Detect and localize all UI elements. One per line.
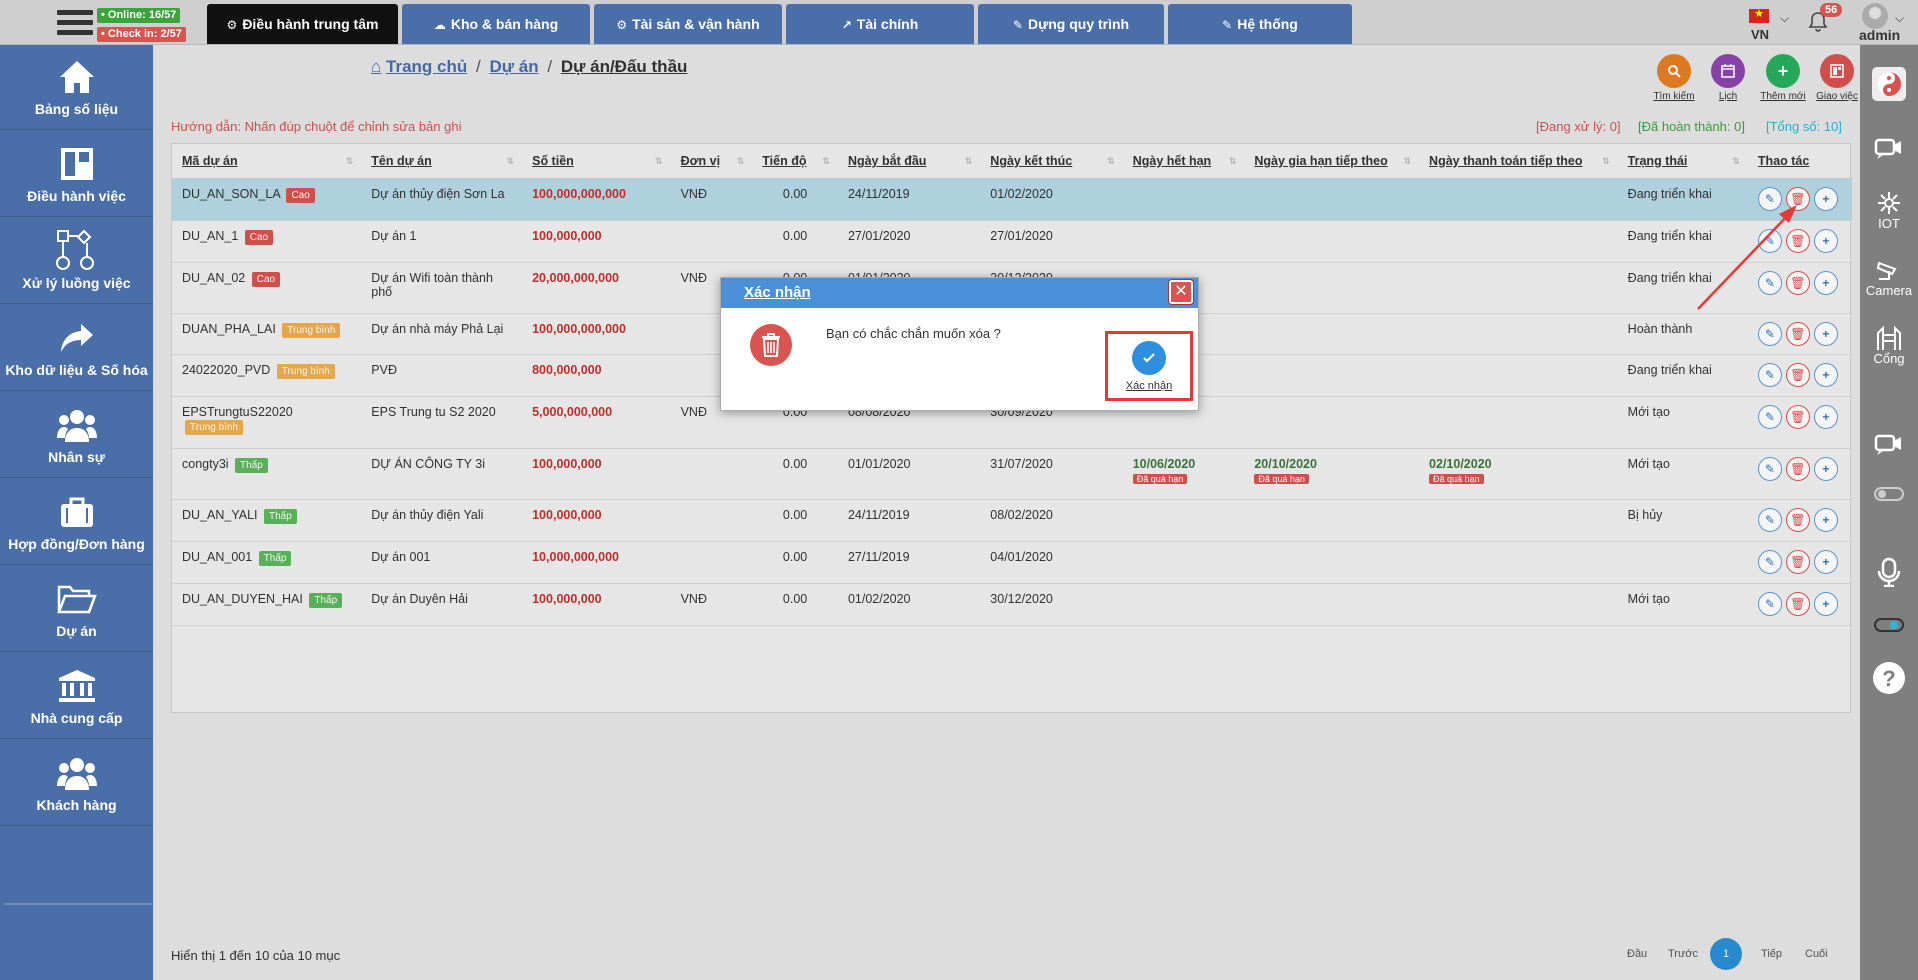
bank-icon [0, 666, 153, 706]
sidebar-item-kho-du-lieu[interactable]: Kho dữ liệu & Số hóa [0, 306, 153, 391]
help-icon[interactable]: ? [1860, 661, 1918, 695]
dialog-title: Xác nhận [744, 284, 811, 301]
edit-icon: ✎ [1012, 18, 1023, 32]
checkmark-icon [1143, 353, 1155, 363]
tab-dieu-hanh-trung-tam[interactable]: ⚙ Điều hành trung tâm [207, 4, 398, 44]
users-icon [0, 405, 153, 445]
sidebar-item-khach-hang[interactable]: Khách hàng [0, 741, 153, 826]
tab-kho-ban-hang[interactable]: ☁ Kho & bán hàng [402, 4, 590, 44]
yin-yang-logo[interactable] [1860, 67, 1918, 101]
folder-icon [0, 579, 153, 619]
toggle-switch-on[interactable] [1874, 618, 1904, 632]
sidebar-item-bang-so-lieu[interactable]: Bảng số liệu [0, 45, 153, 130]
chevron-down-icon[interactable]: ⌵ [1780, 11, 1789, 26]
vietnam-flag-icon[interactable] [1749, 7, 1769, 23]
close-icon: ✕ [1174, 283, 1188, 300]
home-icon [0, 57, 153, 97]
tab-he-thong[interactable]: ✎ Hệ thống [1168, 4, 1352, 44]
tab-tai-chinh[interactable]: ↗ Tài chính [786, 4, 974, 44]
confirm-highlight-box: Xác nhận [1105, 331, 1193, 401]
svg-text:?: ? [1882, 666, 1895, 691]
sidebar-item-nha-cung-cap[interactable]: Nhà cung cấp [0, 654, 153, 739]
tab-tai-san-van-hanh[interactable]: ⚙ Tài sản & vận hành [594, 4, 782, 44]
video-chat-icon[interactable] [1860, 433, 1918, 457]
customers-icon [0, 753, 153, 793]
iot-button[interactable]: IOT [1860, 190, 1918, 231]
cloud-icon: ☁ [433, 18, 446, 32]
sidebar-item-hop-dong[interactable]: Hợp đồng/Đơn hàng [0, 480, 153, 565]
confirm-button[interactable] [1132, 341, 1166, 375]
chart-icon: ↗ [841, 18, 852, 32]
dashboard-icon [0, 144, 153, 184]
cogs-icon: ⚙ [616, 18, 628, 32]
camera-button[interactable]: Camera [1860, 257, 1918, 298]
username-label: admin [1859, 27, 1901, 43]
gate-icon [1860, 325, 1918, 351]
close-button[interactable]: ✕ [1169, 280, 1193, 304]
sidebar-divider [4, 903, 152, 905]
toggle-switch-off[interactable] [1874, 487, 1904, 501]
workflow-icon [0, 229, 153, 271]
dialog-message: Bạn có chắc chắn muốn xóa ? [826, 326, 1001, 341]
sidebar-item-du-an[interactable]: Dự án [0, 567, 153, 652]
top-bar: • Online: 16/57 • Check in: 2/57 ⚙ Điều h… [0, 0, 1918, 45]
trash-icon [750, 324, 792, 366]
language-label: VN [1751, 27, 1770, 42]
gate-button[interactable]: Cổng [1860, 325, 1918, 366]
gear-icon: ⚙ [226, 18, 238, 32]
briefcase-icon [0, 492, 153, 532]
confirm-label[interactable]: Xác nhận [1108, 380, 1190, 392]
camera-icon [1860, 257, 1918, 283]
edit-icon: ✎ [1222, 18, 1233, 32]
sidebar-item-dieu-hanh-viec[interactable]: Điều hành việc [0, 132, 153, 217]
notification-count-badge: 56 [1820, 3, 1843, 17]
modal-overlay [153, 45, 1860, 980]
iot-icon [1860, 190, 1918, 216]
hamburger-menu-icon[interactable] [57, 10, 93, 38]
avatar[interactable] [1862, 3, 1888, 29]
microphone-icon[interactable] [1860, 557, 1918, 587]
chevron-down-icon[interactable]: ⌵ [1895, 11, 1904, 26]
chat-video-icon[interactable] [1860, 137, 1918, 161]
online-count-badge: • Online: 16/57 [97, 8, 181, 23]
left-sidebar: Bảng số liệu Điều hành việc Xử lý luồng … [0, 45, 153, 980]
checkin-count-badge: • Check in: 2/57 [97, 27, 186, 42]
tab-dung-quy-trinh[interactable]: ✎ Dựng quy trình [978, 4, 1164, 44]
dialog-header: Xác nhận [721, 278, 1198, 308]
sidebar-item-xu-ly-luong-viec[interactable]: Xử lý luồng việc [0, 219, 153, 304]
confirm-dialog: Xác nhận ✕ Bạn có chắc chắn muốn xóa ? X… [720, 277, 1199, 411]
share-icon [0, 318, 153, 358]
sidebar-item-nhan-su[interactable]: Nhân sự [0, 393, 153, 478]
right-sidebar: IOT Camera Cổng ? [1860, 45, 1918, 980]
